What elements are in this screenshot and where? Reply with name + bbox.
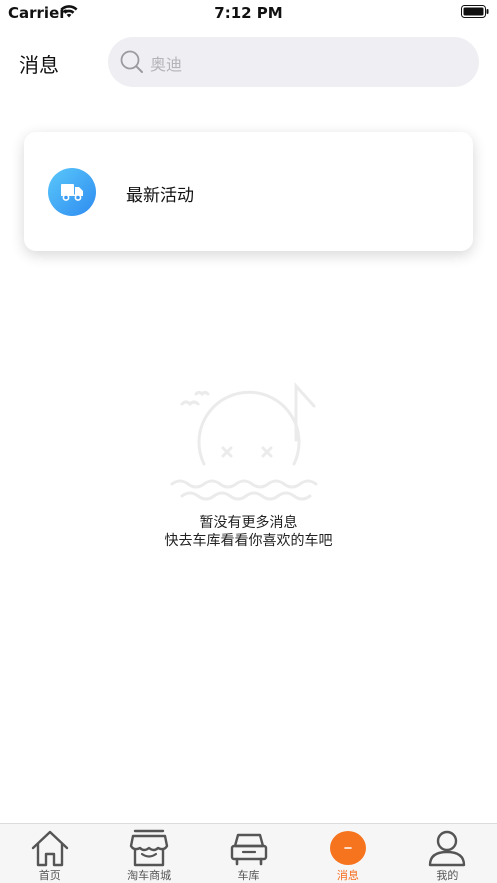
tab-label: 消息 — [336, 869, 359, 882]
message-icon — [329, 831, 366, 865]
tab-messages[interactable]: 消息 — [298, 824, 397, 883]
tab-label: 首页 — [38, 869, 61, 882]
tab-store[interactable]: 淘车商城 — [99, 824, 198, 883]
latest-activity-item[interactable]: 最新活动 — [24, 132, 473, 251]
tab-label: 我的 — [436, 869, 459, 882]
status-bar: Carrier 7:12 PM — [0, 0, 497, 26]
search-input[interactable]: 奥迪 — [108, 37, 479, 87]
tab-home[interactable]: 首页 — [0, 824, 99, 883]
search-icon — [120, 50, 143, 73]
empty-state-message: 暂没有更多消息 — [199, 515, 298, 531]
search-placeholder: 奥迪 — [150, 55, 183, 74]
truck-icon — [48, 168, 96, 216]
activity-label: 最新活动 — [126, 186, 194, 206]
tab-bar: 首页 淘车商城 车库 消息 我的 — [0, 823, 497, 883]
page-title: 消息 — [19, 53, 59, 77]
tab-profile[interactable]: 我的 — [398, 824, 497, 883]
empty-state-illustration — [170, 382, 318, 501]
clock: 7:12 PM — [214, 4, 283, 22]
battery-icon — [461, 5, 489, 18]
tab-garage[interactable]: 车库 — [199, 824, 298, 883]
empty-state-hint: 快去车库看看你喜欢的车吧 — [164, 533, 333, 549]
home-icon — [31, 830, 68, 867]
car-icon — [230, 833, 267, 866]
tab-label: 车库 — [237, 869, 260, 882]
store-icon — [129, 829, 169, 867]
tab-label: 淘车商城 — [127, 869, 172, 882]
user-icon — [429, 830, 466, 867]
